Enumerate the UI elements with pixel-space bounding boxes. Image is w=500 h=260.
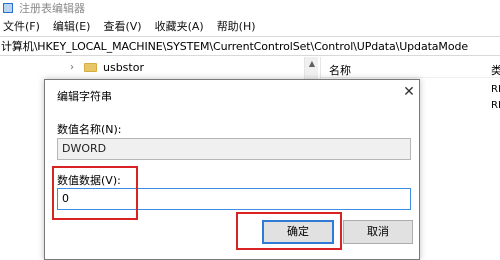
menu-help[interactable]: 帮助(H) — [217, 18, 256, 34]
window-title: 注册表编辑器 — [19, 2, 85, 15]
column-header-name[interactable]: 名称 — [329, 62, 351, 78]
chevron-right-icon[interactable]: › — [70, 62, 80, 73]
value-name-label: 数值名称(N): — [57, 123, 122, 136]
address-bar[interactable]: 计算机\HKEY_LOCAL_MACHINE\SYSTEM\CurrentCon… — [0, 36, 500, 56]
value-data-label: 数值数据(V): — [57, 174, 121, 187]
tree-item-label: usbstor — [103, 60, 144, 74]
address-path[interactable]: 计算机\HKEY_LOCAL_MACHINE\SYSTEM\CurrentCon… — [1, 38, 468, 54]
header-divider — [321, 77, 500, 78]
edit-string-dialog: 编辑字符串 ✕ 数值名称(N): DWORD 数值数据(V): 0 确定 取消 — [44, 79, 420, 260]
menu-edit[interactable]: 编辑(E) — [53, 18, 91, 34]
regedit-app-icon — [3, 3, 13, 13]
dialog-title: 编辑字符串 — [57, 90, 112, 103]
cancel-button[interactable]: 取消 — [343, 220, 413, 244]
title-bar: 注册表编辑器 — [0, 0, 500, 16]
menu-file[interactable]: 文件(F) — [3, 18, 40, 34]
value-name-field[interactable]: DWORD — [57, 138, 411, 160]
menu-bar: 文件(F) 编辑(E) 查看(V) 收藏夹(A) 帮助(H) — [0, 17, 500, 35]
column-header-type[interactable]: 类 — [491, 62, 500, 78]
value-row-type[interactable]: RI — [491, 100, 500, 111]
close-icon[interactable]: ✕ — [400, 84, 418, 100]
tree-item-usbstor[interactable]: › usbstor — [0, 59, 144, 75]
folder-icon — [84, 62, 97, 72]
scroll-up-icon[interactable]: ▲ — [305, 59, 319, 68]
value-row-type[interactable]: RI — [491, 84, 500, 95]
menu-favorites[interactable]: 收藏夹(A) — [155, 18, 204, 34]
value-data-input[interactable]: 0 — [57, 188, 411, 210]
ok-button[interactable]: 确定 — [262, 220, 334, 244]
menu-view[interactable]: 查看(V) — [103, 18, 141, 34]
